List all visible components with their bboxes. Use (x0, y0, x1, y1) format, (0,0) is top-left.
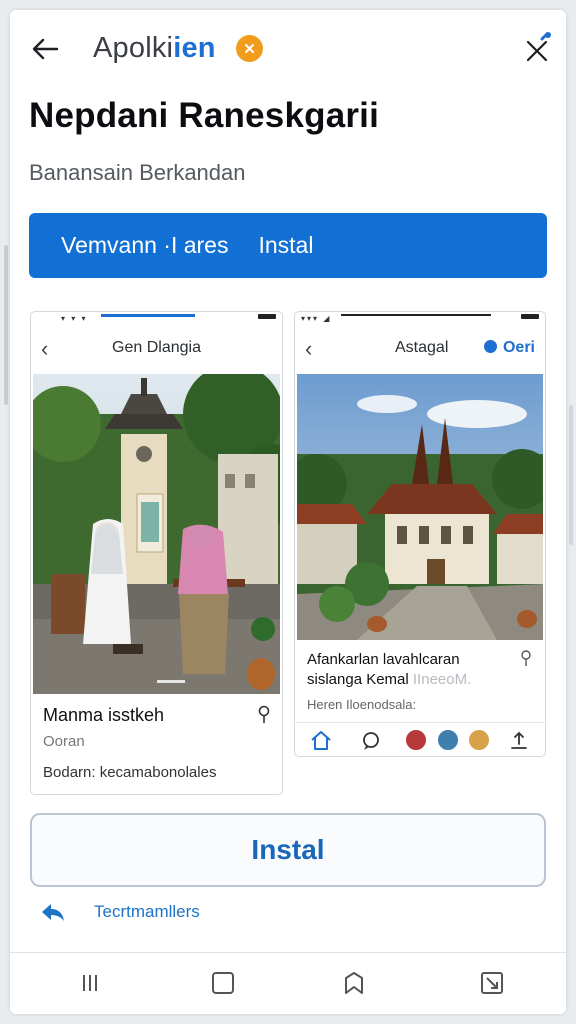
primary-button-left-text: Vemvann ·I ares (61, 232, 229, 258)
card-item-title: Manma isstkeh (43, 705, 165, 725)
card-item-title-line2: sislanga Kemal (307, 671, 409, 688)
avatar[interactable] (405, 729, 427, 751)
avatar[interactable] (468, 729, 490, 751)
screenshot-card-2[interactable]: ▾▾▾ ◢ ‹ Astagal Oeri Afankarlan lavahlca… (294, 311, 546, 757)
share-row[interactable]: Tecrtmamllers (40, 898, 200, 926)
status-strip: ▾ ▾ ▾ (31, 312, 282, 324)
developer-subtitle: Banansain Berkandan (29, 160, 246, 185)
install-primary-button[interactable]: Vemvann ·I ares Instal (29, 213, 547, 278)
card-toolbar (295, 722, 545, 756)
card-item-body: Bodarn: kecamabonolales (43, 764, 217, 781)
card-nav-link[interactable]: Oeri (483, 339, 535, 357)
close-button[interactable] (522, 32, 552, 64)
close-icon (526, 32, 551, 62)
card-item-title-faded: IIneeoM. (412, 671, 472, 688)
right-edge-indicator (569, 405, 573, 545)
reply-arrow-icon (42, 904, 64, 921)
home-icon[interactable] (309, 729, 333, 753)
link-icon (483, 340, 497, 353)
square-icon[interactable] (209, 969, 237, 997)
back-arrow-icon (32, 38, 59, 60)
card-item-title-line1: Afankarlan lavahlcaran (307, 651, 460, 668)
app-detail-sheet: Apolkiien ✕ Nepdani Raneskgarii Banansai… (10, 10, 566, 1014)
card-item-subtitle: Ooran (43, 733, 85, 750)
primary-button-right-text: Instal (258, 232, 314, 258)
app-name-prefix: Apolki (93, 32, 174, 64)
pin-icon[interactable] (519, 650, 533, 668)
app-badge-icon: ✕ (236, 35, 263, 62)
screenshot-card-1[interactable]: ▾ ▾ ▾ ‹ Gen Dlangia Manma isstkeh Ooran … (30, 311, 283, 795)
share-icon[interactable] (507, 729, 531, 753)
install-secondary-button[interactable]: Instal (30, 813, 546, 887)
overview-icon[interactable] (478, 969, 506, 997)
system-nav-bar (10, 952, 566, 1014)
badge-glyph: ✕ (243, 40, 256, 58)
recents-icon[interactable] (76, 969, 104, 997)
card-nav-link-label: Oeri (502, 339, 535, 356)
avatar[interactable] (437, 729, 459, 751)
back-button[interactable] (28, 32, 62, 66)
temple-photo (33, 374, 280, 694)
card-item-title: Afankarlan lavahlcaran sislanga Kemal II… (307, 650, 471, 690)
app-name-accent: ien (173, 32, 216, 64)
chat-icon[interactable] (359, 729, 383, 753)
left-edge-indicator (4, 245, 8, 405)
share-label: Tecrtmamllers (94, 902, 200, 921)
pin-icon[interactable] (256, 705, 272, 725)
card-item-subtitle: Heren Iloenodsala: (307, 697, 417, 712)
status-strip: ▾▾▾ ◢ (295, 312, 545, 324)
card-nav-title: Gen Dlangia (112, 339, 201, 356)
card-nav: ‹ Gen Dlangia (31, 326, 282, 370)
top-bar: Apolkiien ✕ (10, 10, 566, 86)
app-name: Apolkiien (93, 32, 216, 65)
palace-photo (297, 374, 543, 640)
page-title: Nepdani Raneskgarii (29, 96, 380, 135)
card-nav: ‹ Astagal Oeri (295, 326, 545, 370)
chevron-left-icon[interactable]: ‹ (305, 336, 312, 362)
nav-back-icon[interactable] (340, 969, 368, 997)
